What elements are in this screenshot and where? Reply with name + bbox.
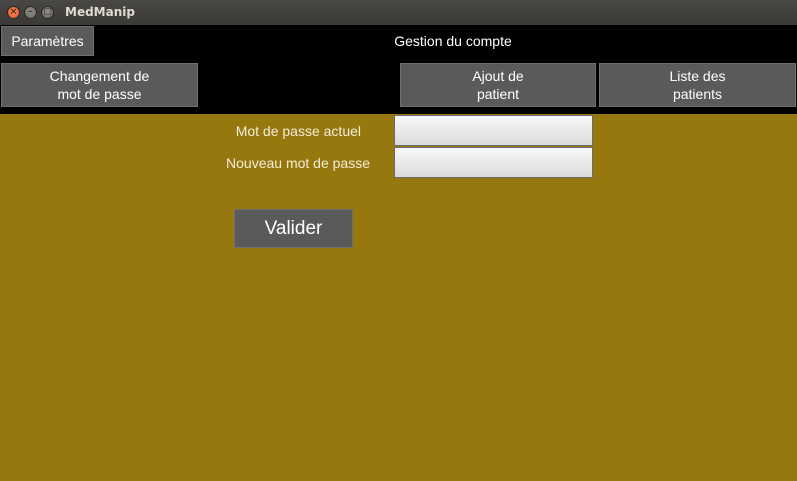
add-patient-button[interactable]: Ajout de patient bbox=[400, 63, 596, 107]
settings-button[interactable]: Paramètres bbox=[1, 26, 94, 56]
password-change-panel: Mot de passe actuel Nouveau mot de passe… bbox=[0, 114, 797, 481]
minimize-window-button[interactable]: – bbox=[24, 6, 37, 19]
new-password-field[interactable] bbox=[394, 147, 593, 178]
window-title: MedManip bbox=[65, 5, 135, 19]
window-titlebar: × – □ MedManip bbox=[0, 0, 797, 25]
submit-button[interactable]: Valider bbox=[234, 209, 353, 248]
new-password-label: Nouveau mot de passe bbox=[226, 155, 370, 171]
maximize-window-button[interactable]: □ bbox=[41, 6, 54, 19]
current-password-field[interactable] bbox=[394, 115, 593, 146]
patient-list-button[interactable]: Liste des patients bbox=[599, 63, 796, 107]
current-password-label: Mot de passe actuel bbox=[235, 123, 361, 139]
change-password-button[interactable]: Changement de mot de passe bbox=[1, 63, 198, 107]
section-title: Gestion du compte bbox=[394, 33, 512, 49]
close-window-button[interactable]: × bbox=[7, 6, 20, 19]
top-bar: Paramètres Gestion du compte Changement … bbox=[0, 25, 797, 114]
